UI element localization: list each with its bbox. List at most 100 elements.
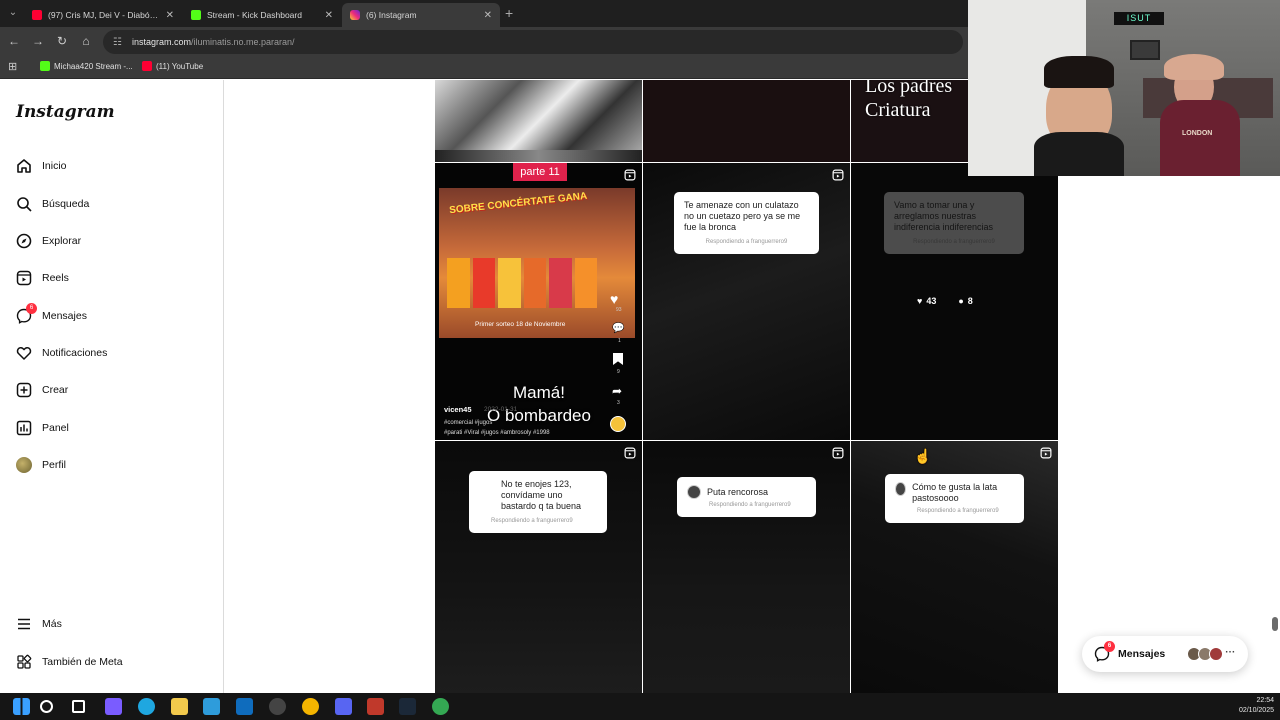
- like-icon: ♥: [610, 291, 619, 307]
- back-icon[interactable]: ←: [6, 34, 22, 48]
- search-icon[interactable]: [40, 700, 53, 713]
- address-bar[interactable]: ☷ instagram.com/iluminatis.no.me.pararan…: [103, 30, 963, 54]
- comment-reply-sticker: Te amenaze con un culatazo no un cuetazo…: [674, 192, 819, 254]
- heart-icon: [16, 345, 32, 361]
- forward-icon[interactable]: →: [30, 34, 46, 48]
- sidebar-item-crear[interactable]: Crear: [16, 378, 68, 402]
- tile-overlay-text: Los padres Criatura: [865, 80, 953, 121]
- close-tab-icon[interactable]: ✕: [166, 10, 174, 21]
- search-icon: [16, 196, 32, 212]
- home-icon[interactable]: ⌂: [78, 34, 94, 48]
- save-count: 9: [617, 369, 620, 375]
- tab-search-chevron-icon[interactable]: ⌄: [5, 6, 21, 20]
- close-tab-icon[interactable]: ✕: [325, 10, 333, 21]
- reels-icon: [1040, 447, 1052, 459]
- reel-username: vicen45: [444, 405, 472, 414]
- page-scrollbar-thumb[interactable]: [1272, 617, 1278, 631]
- promo-subtext: Primer sorteo 18 de Noviembre: [475, 321, 566, 328]
- close-tab-icon[interactable]: ✕: [484, 10, 492, 21]
- clock-time: 22:54: [1256, 697, 1274, 704]
- hover-stats: ♥ 43 ● 8: [917, 296, 973, 306]
- discord-icon[interactable]: [335, 698, 352, 715]
- youtube-icon: [32, 10, 42, 20]
- store-icon[interactable]: [203, 698, 220, 715]
- profile-reels-grid: Los padres Criatura parte 11 SOBRE CONCÉ…: [435, 80, 1058, 693]
- messages-floating-button[interactable]: 6 Mensajes ···: [1082, 636, 1248, 672]
- sidebar-item-panel[interactable]: Panel: [16, 416, 69, 440]
- chrome-icon[interactable]: [302, 698, 319, 715]
- site-info-icon[interactable]: ☷: [113, 37, 122, 48]
- tab-kick[interactable]: Stream - Kick Dashboard ✕: [183, 3, 341, 27]
- promo-image: SOBRE CONCÉRTATE GANA Primer sorteo 18 d…: [439, 188, 635, 338]
- task-view-icon[interactable]: [72, 700, 85, 713]
- sidebar-item-perfil[interactable]: Perfil: [16, 453, 66, 477]
- reel-tile[interactable]: Te amenaze con un culatazo no un cuetazo…: [643, 163, 850, 440]
- menu-icon: [16, 616, 32, 632]
- bookmark-label: Michaa420 Stream -...: [54, 61, 133, 71]
- reel-hashtags: #comercial #jugos #parati #Viral #jugos …: [444, 420, 550, 436]
- grid-tile[interactable]: [435, 80, 642, 162]
- reels-icon: [624, 447, 636, 459]
- sidebar-item-mas[interactable]: Más: [16, 612, 62, 636]
- sidebar-item-label: Notificaciones: [42, 347, 108, 359]
- outlook-icon[interactable]: [236, 698, 253, 715]
- heart-icon: ♥: [917, 296, 923, 306]
- comment-count: 1: [618, 338, 621, 344]
- messenger-icon: 6: [16, 303, 37, 324]
- grid-tile[interactable]: [643, 80, 850, 162]
- reel-tile[interactable]: No te enojes 123, convídame uno bastardo…: [435, 441, 642, 693]
- sticker-text: Te amenaze con un culatazo no un cuetazo…: [684, 200, 801, 232]
- tab-instagram[interactable]: (6) Instagram ✕: [342, 3, 500, 27]
- reel-tile[interactable]: Puta rencorosa Respondiendo a franguerre…: [643, 441, 850, 693]
- explorer-icon[interactable]: [171, 698, 188, 715]
- sidebar-item-explorar[interactable]: Explorar: [16, 229, 81, 253]
- messages-badge: 6: [1104, 641, 1115, 652]
- instagram-logo[interactable]: Instagram: [16, 102, 115, 122]
- chrome-profile-icon[interactable]: [432, 698, 449, 715]
- sidebar-item-mensajes[interactable]: 6 Mensajes: [16, 303, 87, 328]
- sidebar-item-notificaciones[interactable]: Notificaciones: [16, 341, 107, 365]
- bookmark-kick[interactable]: Michaa420 Stream -...: [40, 61, 133, 71]
- instagram-icon: [350, 10, 360, 20]
- edge-icon[interactable]: [138, 698, 155, 715]
- meta-icon: [16, 654, 32, 670]
- sticker-text: Cómo te gusta la lata pastosoooo: [912, 482, 998, 503]
- promo-text: SOBRE CONCÉRTATE GANA: [448, 190, 588, 217]
- youtube-icon: [142, 61, 152, 71]
- apps-grid-icon[interactable]: ⊞: [8, 60, 17, 73]
- sidebar-item-busqueda[interactable]: Búsqueda: [16, 192, 89, 216]
- sidebar-item-label: Inicio: [42, 160, 67, 172]
- reel-tile[interactable]: Cómo te gusta la lata pastosoooo Respond…: [851, 441, 1058, 693]
- sidebar-item-reels[interactable]: Reels: [16, 266, 69, 290]
- steam-icon[interactable]: [399, 698, 416, 715]
- webcam-overlay: ISUT LONDON: [968, 0, 1280, 176]
- sidebar-item-inicio[interactable]: Inicio: [16, 154, 67, 178]
- sticker-reply-to: Respondiendo a franguerrero9: [709, 502, 791, 508]
- new-tab-icon[interactable]: +: [505, 5, 513, 21]
- obs-icon[interactable]: [269, 698, 286, 715]
- sidebar-item-meta[interactable]: También de Meta: [16, 650, 123, 674]
- sidebar: Instagram Inicio Búsqueda Explorar Reels: [0, 80, 224, 693]
- reels-icon: [16, 270, 32, 286]
- vmix-icon[interactable]: [367, 698, 384, 715]
- reel-tile[interactable]: parte 11 SOBRE CONCÉRTATE GANA Primer so…: [435, 163, 642, 440]
- avatar: [16, 457, 32, 473]
- reload-icon[interactable]: ↻: [54, 34, 70, 48]
- plus-square-icon: [16, 382, 32, 398]
- reels-icon: [624, 169, 636, 181]
- wall-frame: [1130, 40, 1160, 60]
- system-clock[interactable]: 22:54 02/10/2025: [1239, 696, 1274, 716]
- commenter-avatar: [687, 485, 701, 499]
- sidebar-item-label: Búsqueda: [42, 198, 90, 210]
- bookmark-youtube[interactable]: (11) YouTube: [142, 61, 203, 71]
- comment-reply-sticker: Cómo te gusta la lata pastosoooo Respond…: [885, 474, 1024, 523]
- hand-cursor-icon: ☝: [914, 448, 932, 464]
- windows-icon[interactable]: [13, 698, 30, 715]
- copilot-icon[interactable]: [105, 698, 122, 715]
- sticker-reply-to: Respondiendo a franguerrero9: [491, 518, 573, 524]
- tab-youtube[interactable]: (97) Cris MJ, Dei V - Diabólica ( ✕: [24, 3, 182, 27]
- comment-icon: ●: [958, 296, 964, 306]
- tab-label: (6) Instagram: [366, 10, 417, 20]
- tab-label: (97) Cris MJ, Dei V - Diabólica (: [48, 10, 160, 20]
- chart-icon: [16, 420, 32, 436]
